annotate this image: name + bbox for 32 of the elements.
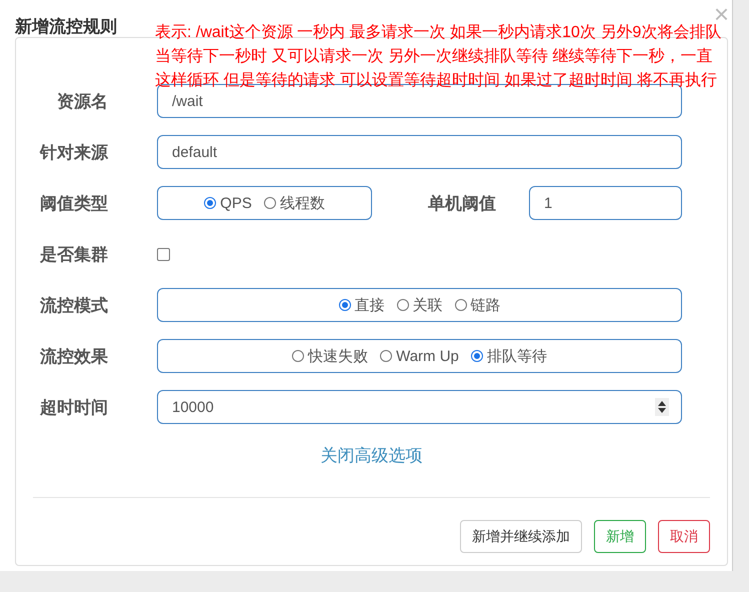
radio-button[interactable] xyxy=(292,350,304,362)
radio-button[interactable] xyxy=(396,299,408,311)
radio-option[interactable]: QPS xyxy=(204,194,252,212)
dialog-title: 新增流控规则 xyxy=(15,16,117,33)
radio-option[interactable]: 直接 xyxy=(338,296,384,314)
save-and-continue-button[interactable]: 新增并继续添加 xyxy=(460,520,582,553)
radio-button[interactable] xyxy=(338,299,350,311)
field-label: 针对来源 xyxy=(38,142,108,164)
field-label: 阈值类型 xyxy=(39,192,108,214)
radio-button[interactable] xyxy=(470,350,483,362)
input-field[interactable]: default xyxy=(157,135,682,169)
radio-option[interactable]: 关联 xyxy=(396,296,442,314)
radio-option[interactable]: 线程数 xyxy=(264,194,325,212)
radio-option[interactable]: Warm Up xyxy=(380,348,459,364)
radio-option[interactable]: 链路 xyxy=(454,296,500,314)
radio-button[interactable] xyxy=(264,197,276,209)
field-label: 单机阈值 xyxy=(428,192,497,214)
checkbox[interactable] xyxy=(157,248,170,260)
radio-button[interactable] xyxy=(380,350,392,362)
radio-option[interactable]: 快速失败 xyxy=(292,346,368,366)
radio-button[interactable] xyxy=(204,197,216,209)
cancel-button[interactable]: 取消 xyxy=(658,520,710,553)
radio-option[interactable]: 排队等待 xyxy=(470,346,547,366)
input-field[interactable]: 1 xyxy=(529,186,682,220)
field-label: 是否集群 xyxy=(39,244,108,266)
field-label: 流控模式 xyxy=(39,294,108,316)
field-label: 超时时间 xyxy=(38,396,108,418)
field-label: 流控效果 xyxy=(39,346,108,368)
radio-button[interactable] xyxy=(454,299,466,311)
field-label: 资源名 xyxy=(56,90,108,112)
number-field[interactable]: 10000 xyxy=(157,390,682,424)
advanced-options-link[interactable]: 关闭高级选项 xyxy=(320,444,422,467)
